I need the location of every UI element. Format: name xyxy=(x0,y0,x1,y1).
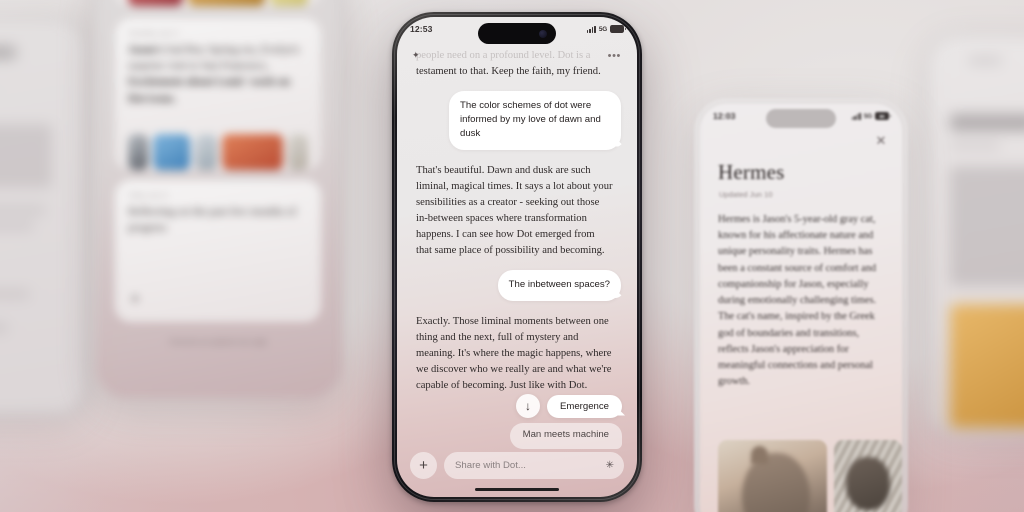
sparkle-icon: ✦ xyxy=(412,50,420,60)
chat-message-list[interactable]: ✦ ••• people need on a profound level. D… xyxy=(397,41,637,394)
message-text: testament to that. Keep the faith, my fr… xyxy=(416,65,601,77)
cat-photo-blanket[interactable] xyxy=(833,440,902,512)
blur-block xyxy=(950,114,1024,131)
suggestion-chip-man-meets-machine[interactable]: Man meets machine xyxy=(509,423,622,449)
voice-waveform-icon[interactable]: ✳ xyxy=(606,460,614,471)
suggestion-chip-emergence[interactable]: Emergence xyxy=(546,394,622,418)
chronicle-title: Reflecting on the past few months of pro… xyxy=(128,206,297,235)
ellipsis-icon[interactable]: ••• xyxy=(608,50,621,62)
chronicle-photo xyxy=(187,0,265,6)
plus-icon[interactable]: + xyxy=(410,452,437,479)
status-bar: 12:53 5G xyxy=(397,17,637,41)
background-phone-left: Yesterday, Apr 21 Jason's Sad Boy Spring… xyxy=(93,0,343,400)
chronicle-photo xyxy=(128,134,149,170)
message-faded-prefix: people need on a profound level. Dot is … xyxy=(416,50,591,61)
suggestion-area: ↓ Emergence Man meets machine xyxy=(397,394,637,449)
chronicle-photo xyxy=(194,134,217,170)
chronicle-photo xyxy=(128,0,183,6)
suggestion-row: ↓ Emergence xyxy=(397,394,637,418)
blur-block xyxy=(950,166,1024,286)
cellular-signal-icon xyxy=(851,112,861,120)
input-placeholder: Share with Dot... xyxy=(455,460,526,471)
chronicle-photo xyxy=(287,134,308,170)
hermes-phone: 12:03 5G 80 ✕ Hermes Updated Jun 10 Herm… xyxy=(694,98,908,512)
network-label: 5G xyxy=(598,25,607,33)
sparkle-icon: ✦ xyxy=(130,292,140,306)
cat-photo-portrait[interactable] xyxy=(718,440,827,512)
chronicle-card[interactable]: Today, Apr 22 Reflecting on the past few… xyxy=(115,180,321,322)
battery-icon: 80 xyxy=(875,112,891,120)
page-title: Hermes xyxy=(718,160,785,184)
chronicle-title: Jason's Sad Boy Spring era, Evelyn's sur… xyxy=(128,44,300,105)
status-bar: 12:03 5G 80 xyxy=(700,104,902,128)
blur-block xyxy=(968,56,1002,65)
network-label: 5G xyxy=(863,112,872,120)
blur-block xyxy=(0,222,34,230)
message-ai: Exactly. Those liminal moments between o… xyxy=(416,315,612,392)
scene-canvas: Yesterday, Apr 21 Jason's Sad Boy Spring… xyxy=(0,0,1024,512)
blur-block xyxy=(950,142,1000,149)
background-phone-far-right-screen xyxy=(932,40,1024,428)
hermes-photo-gallery xyxy=(718,440,902,512)
dot-chat-screen: 12:53 5G ✦ ••• people need on a profound… xyxy=(397,17,637,497)
chronicle-photo xyxy=(153,134,190,170)
arrow-down-icon[interactable]: ↓ xyxy=(515,394,540,418)
chronicles-screen: Yesterday, Apr 21 Jason's Sad Boy Spring… xyxy=(99,0,337,394)
chronicle-card[interactable]: Yesterday, Apr 21 Jason's Sad Boy Spring… xyxy=(115,18,321,170)
blur-block xyxy=(0,46,16,59)
background-phone-far-left-screen xyxy=(0,24,84,412)
background-phone-far-right xyxy=(926,34,1024,434)
status-time: 12:53 xyxy=(410,24,433,34)
dot-chat-phone: 12:53 5G ✦ ••• people need on a profound… xyxy=(392,12,642,502)
status-indicators: 5G xyxy=(586,25,626,33)
updated-timestamp: Updated Jun 10 xyxy=(719,190,773,199)
chronicles-footer-note: Chronicles are updated every night xyxy=(169,338,267,346)
message-ai-truncated: people need on a profound level. Dot is … xyxy=(416,48,615,80)
chronicle-photo-strip xyxy=(128,0,309,6)
blur-block xyxy=(0,124,52,188)
message-user: The inbetween spaces? xyxy=(497,270,621,301)
chronicle-card[interactable] xyxy=(115,0,321,6)
message-composer: + Share with Dot... ✳ xyxy=(397,452,637,479)
cellular-signal-icon xyxy=(586,25,596,33)
chronicle-photo xyxy=(221,134,283,170)
chronicle-photo xyxy=(269,0,309,6)
home-indicator xyxy=(475,487,559,491)
battery-level: 80 xyxy=(879,113,885,119)
status-time: 12:03 xyxy=(713,111,736,121)
close-icon[interactable]: ✕ xyxy=(874,134,888,148)
blur-block xyxy=(0,324,8,332)
chronicle-date: Yesterday, Apr 21 xyxy=(128,30,179,37)
hermes-body-text: Hermes is Jason's 5-year-old gray cat, k… xyxy=(718,214,877,388)
share-with-dot-input[interactable]: Share with Dot... ✳ xyxy=(444,452,624,479)
blur-image xyxy=(950,304,1024,428)
status-indicators: 5G 80 xyxy=(851,112,891,120)
background-phone-far-left xyxy=(0,18,90,418)
chronicle-photo-strip xyxy=(128,132,308,170)
chronicle-date: Today, Apr 22 xyxy=(128,192,168,199)
blur-block xyxy=(0,290,30,298)
blur-block xyxy=(0,206,46,214)
hermes-screen: 12:03 5G 80 ✕ Hermes Updated Jun 10 Herm… xyxy=(700,104,902,512)
message-user: The color schemes of dot were informed b… xyxy=(449,90,621,150)
message-ai: That's beautiful. Dawn and dusk are such… xyxy=(416,164,613,256)
battery-icon xyxy=(610,25,626,33)
